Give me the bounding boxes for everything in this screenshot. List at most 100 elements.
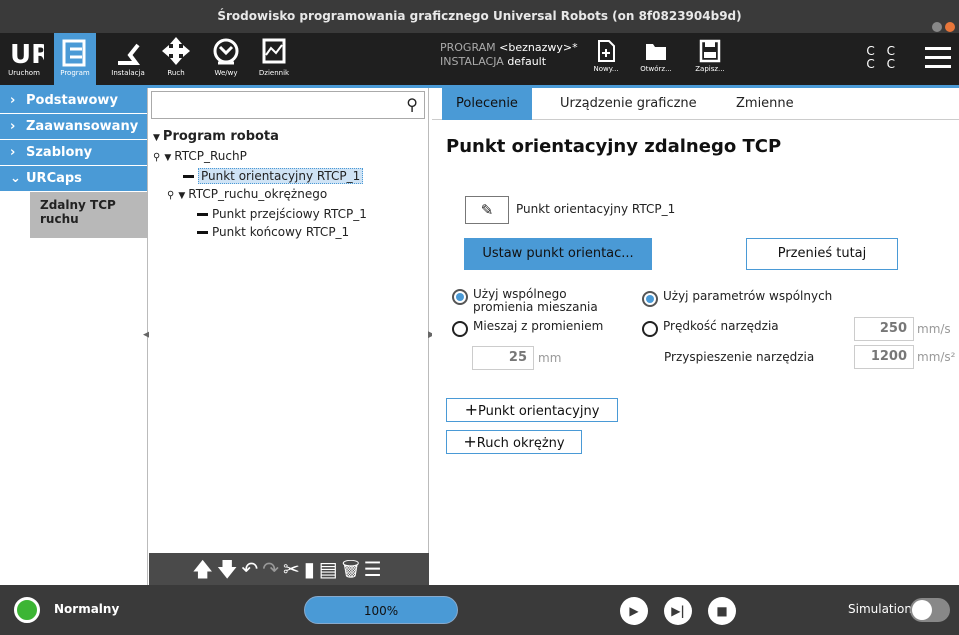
chevron-right-icon: › bbox=[10, 119, 16, 134]
save-icon bbox=[699, 39, 721, 63]
node-dash-icon bbox=[183, 175, 194, 178]
search-input[interactable] bbox=[152, 92, 392, 118]
installation-tab[interactable]: Instalacja bbox=[106, 33, 150, 85]
tab-graphics[interactable]: Urządzenie graficzne bbox=[546, 88, 711, 120]
plus-icon: + bbox=[463, 432, 477, 451]
add-circle-move-button[interactable]: +Ruch okrężny bbox=[446, 430, 582, 454]
stop-icon[interactable]: ■ bbox=[708, 597, 736, 625]
program-info: PROGRAM <beznazwy>* INSTALACJA default bbox=[440, 41, 578, 69]
sidebar-item-advanced[interactable]: › Zaawansowany bbox=[0, 114, 147, 140]
move-tab[interactable]: Ruch bbox=[158, 33, 194, 85]
tree-node-via-point[interactable]: Punkt przejściowy RTCP_1 bbox=[153, 205, 367, 223]
move-here-button[interactable]: Przenieś tutaj bbox=[746, 238, 898, 270]
radio-label: Użyj wspólnego promienia mieszania bbox=[473, 287, 598, 314]
program-icon bbox=[62, 39, 86, 67]
new-button-label: Nowy... bbox=[593, 65, 619, 73]
simulation-toggle[interactable] bbox=[910, 598, 950, 622]
tree-label: Punkt końcowy RTCP_1 bbox=[212, 225, 350, 239]
add-waypoint-button[interactable]: +Punkt orientacyjny bbox=[446, 398, 618, 422]
tree-node-rtcp-movep[interactable]: ⚲ ▼ RTCP_RuchP bbox=[153, 147, 367, 167]
radio-blend-radius[interactable]: Mieszaj z promieniem bbox=[452, 318, 632, 338]
delete-icon[interactable]: 🗑 bbox=[342, 557, 364, 581]
program-tab[interactable]: Program bbox=[54, 33, 96, 85]
new-button[interactable]: Nowy... bbox=[586, 39, 626, 73]
open-button[interactable]: Otwórz... bbox=[636, 39, 676, 73]
expand-icon[interactable]: ▼ bbox=[178, 191, 185, 201]
pin-icon: ⚲ bbox=[167, 190, 175, 201]
radio-label: Mieszaj z promieniem bbox=[473, 319, 604, 333]
tree-label: RTCP_ruchu_okrężnego bbox=[188, 187, 328, 201]
speed-slider[interactable]: 100% bbox=[304, 596, 458, 624]
window-title: Środowisko programowania graficznego Uni… bbox=[217, 9, 742, 23]
redo-icon[interactable]: ↷ bbox=[262, 557, 283, 581]
program-value: <beznazwy>* bbox=[499, 41, 578, 54]
move-down-icon[interactable]: 🡇 bbox=[217, 557, 242, 581]
move-up-icon[interactable]: 🡅 bbox=[192, 557, 217, 581]
set-waypoint-button[interactable]: Ustaw punkt orientac... bbox=[464, 238, 652, 270]
tree-node-waypoint[interactable]: Punkt orientacyjny RTCP_1 bbox=[153, 167, 367, 185]
copy-icon[interactable]: ▮ bbox=[304, 557, 319, 581]
open-button-label: Otwórz... bbox=[640, 65, 672, 73]
save-button-label: Zapisz... bbox=[695, 65, 725, 73]
undo-icon[interactable]: ↶ bbox=[241, 557, 262, 581]
sidebar-item-urcaps[interactable]: ⌄ URCaps bbox=[0, 166, 147, 192]
run-tab-label: Uruchom bbox=[8, 69, 40, 77]
log-tab[interactable]: Dziennik bbox=[254, 33, 294, 85]
sidebar-subitem-remote-tcp[interactable]: Zdalny TCP ruchu bbox=[30, 192, 148, 238]
sidebar-item-templates[interactable]: › Szablony bbox=[0, 140, 147, 166]
search-icon[interactable]: ⚲ bbox=[406, 95, 418, 114]
io-tab[interactable]: We/wy bbox=[206, 33, 246, 85]
edit-name-button[interactable]: ✎ bbox=[465, 196, 509, 224]
cut-icon[interactable]: ✂ bbox=[283, 557, 304, 581]
tree-node-end-point[interactable]: Punkt końcowy RTCP_1 bbox=[153, 223, 367, 241]
radio-tool-speed[interactable]: Prędkość narzędzia bbox=[642, 318, 822, 338]
tool-speed-unit: mm/s bbox=[917, 322, 951, 336]
page-title: Punkt orientacyjny zdalnego TCP bbox=[446, 136, 782, 157]
radio-dot bbox=[452, 321, 468, 337]
plus-icon: + bbox=[464, 400, 478, 419]
tool-speed-input[interactable]: 250 bbox=[854, 317, 914, 341]
sidebar-item-basic[interactable]: › Podstawowy bbox=[0, 88, 147, 114]
menu-icon[interactable] bbox=[925, 47, 951, 74]
radio-shared-blend[interactable]: Użyj wspólnego promienia mieszania bbox=[452, 286, 632, 314]
suppress-icon[interactable]: ☰ bbox=[364, 557, 386, 581]
pin-icon: ⚲ bbox=[153, 152, 161, 163]
run-tab[interactable]: UR Uruchom bbox=[4, 33, 44, 85]
chevron-right-icon: › bbox=[10, 93, 16, 108]
expand-icon[interactable]: ▼ bbox=[153, 133, 160, 143]
tool-accel-label: Przyspieszenie narzędzia bbox=[664, 350, 815, 364]
radio-shared-params[interactable]: Użyj parametrów wspólnych bbox=[642, 288, 862, 308]
step-icon[interactable]: ▶| bbox=[664, 597, 692, 625]
open-folder-icon bbox=[646, 44, 666, 60]
program-tree: ▼ Program robota ⚲ ▼ RTCP_RuchP Punkt orien… bbox=[153, 128, 367, 241]
expand-icon[interactable]: ▼ bbox=[164, 153, 171, 163]
tree-toolbar: 🡅🡇↶↷✂▮▤🗑☰ bbox=[149, 553, 429, 585]
tab-command[interactable]: Polecenie bbox=[442, 88, 532, 120]
command-panel: Polecenie Urządzenie graficzne Zmienne P… bbox=[432, 88, 959, 585]
status-indicator[interactable] bbox=[14, 597, 40, 623]
button-label: Punkt orientacyjny bbox=[477, 404, 600, 419]
cc-line-2: C C bbox=[866, 57, 899, 71]
program-tab-label: Program bbox=[60, 69, 90, 77]
installation-value: default bbox=[507, 55, 547, 68]
program-label: PROGRAM bbox=[440, 41, 496, 54]
window-titlebar: Środowisko programowania graficznego Uni… bbox=[0, 0, 959, 33]
paste-icon[interactable]: ▤ bbox=[319, 557, 342, 581]
tree-node-circle-move[interactable]: ⚲ ▼ RTCP_ruchu_okrężnego bbox=[153, 185, 367, 205]
tab-variables[interactable]: Zmienne bbox=[722, 88, 808, 120]
play-icon[interactable]: ▶ bbox=[620, 597, 648, 625]
save-button[interactable]: Zapisz... bbox=[690, 39, 730, 73]
io-tab-label: We/wy bbox=[214, 69, 238, 77]
tree-label: Punkt orientacyjny RTCP_1 bbox=[198, 168, 364, 184]
tool-accel-input[interactable]: 1200 bbox=[854, 345, 914, 369]
io-icon bbox=[213, 38, 239, 65]
node-dash-icon bbox=[197, 231, 208, 234]
chevron-right-icon: › bbox=[10, 145, 16, 160]
chevron-down-icon: ⌄ bbox=[10, 171, 21, 186]
sidebar-item-label: URCaps bbox=[26, 171, 82, 186]
button-label: Ruch okrężny bbox=[476, 436, 565, 451]
speed-status-indicator[interactable]: C C C C bbox=[866, 45, 899, 71]
bottom-bar: Normalny 100% ▶ ▶| ■ Simulation bbox=[0, 585, 959, 635]
tree-root[interactable]: ▼ Program robota bbox=[153, 128, 367, 147]
blend-radius-input[interactable]: 25 bbox=[472, 346, 534, 370]
